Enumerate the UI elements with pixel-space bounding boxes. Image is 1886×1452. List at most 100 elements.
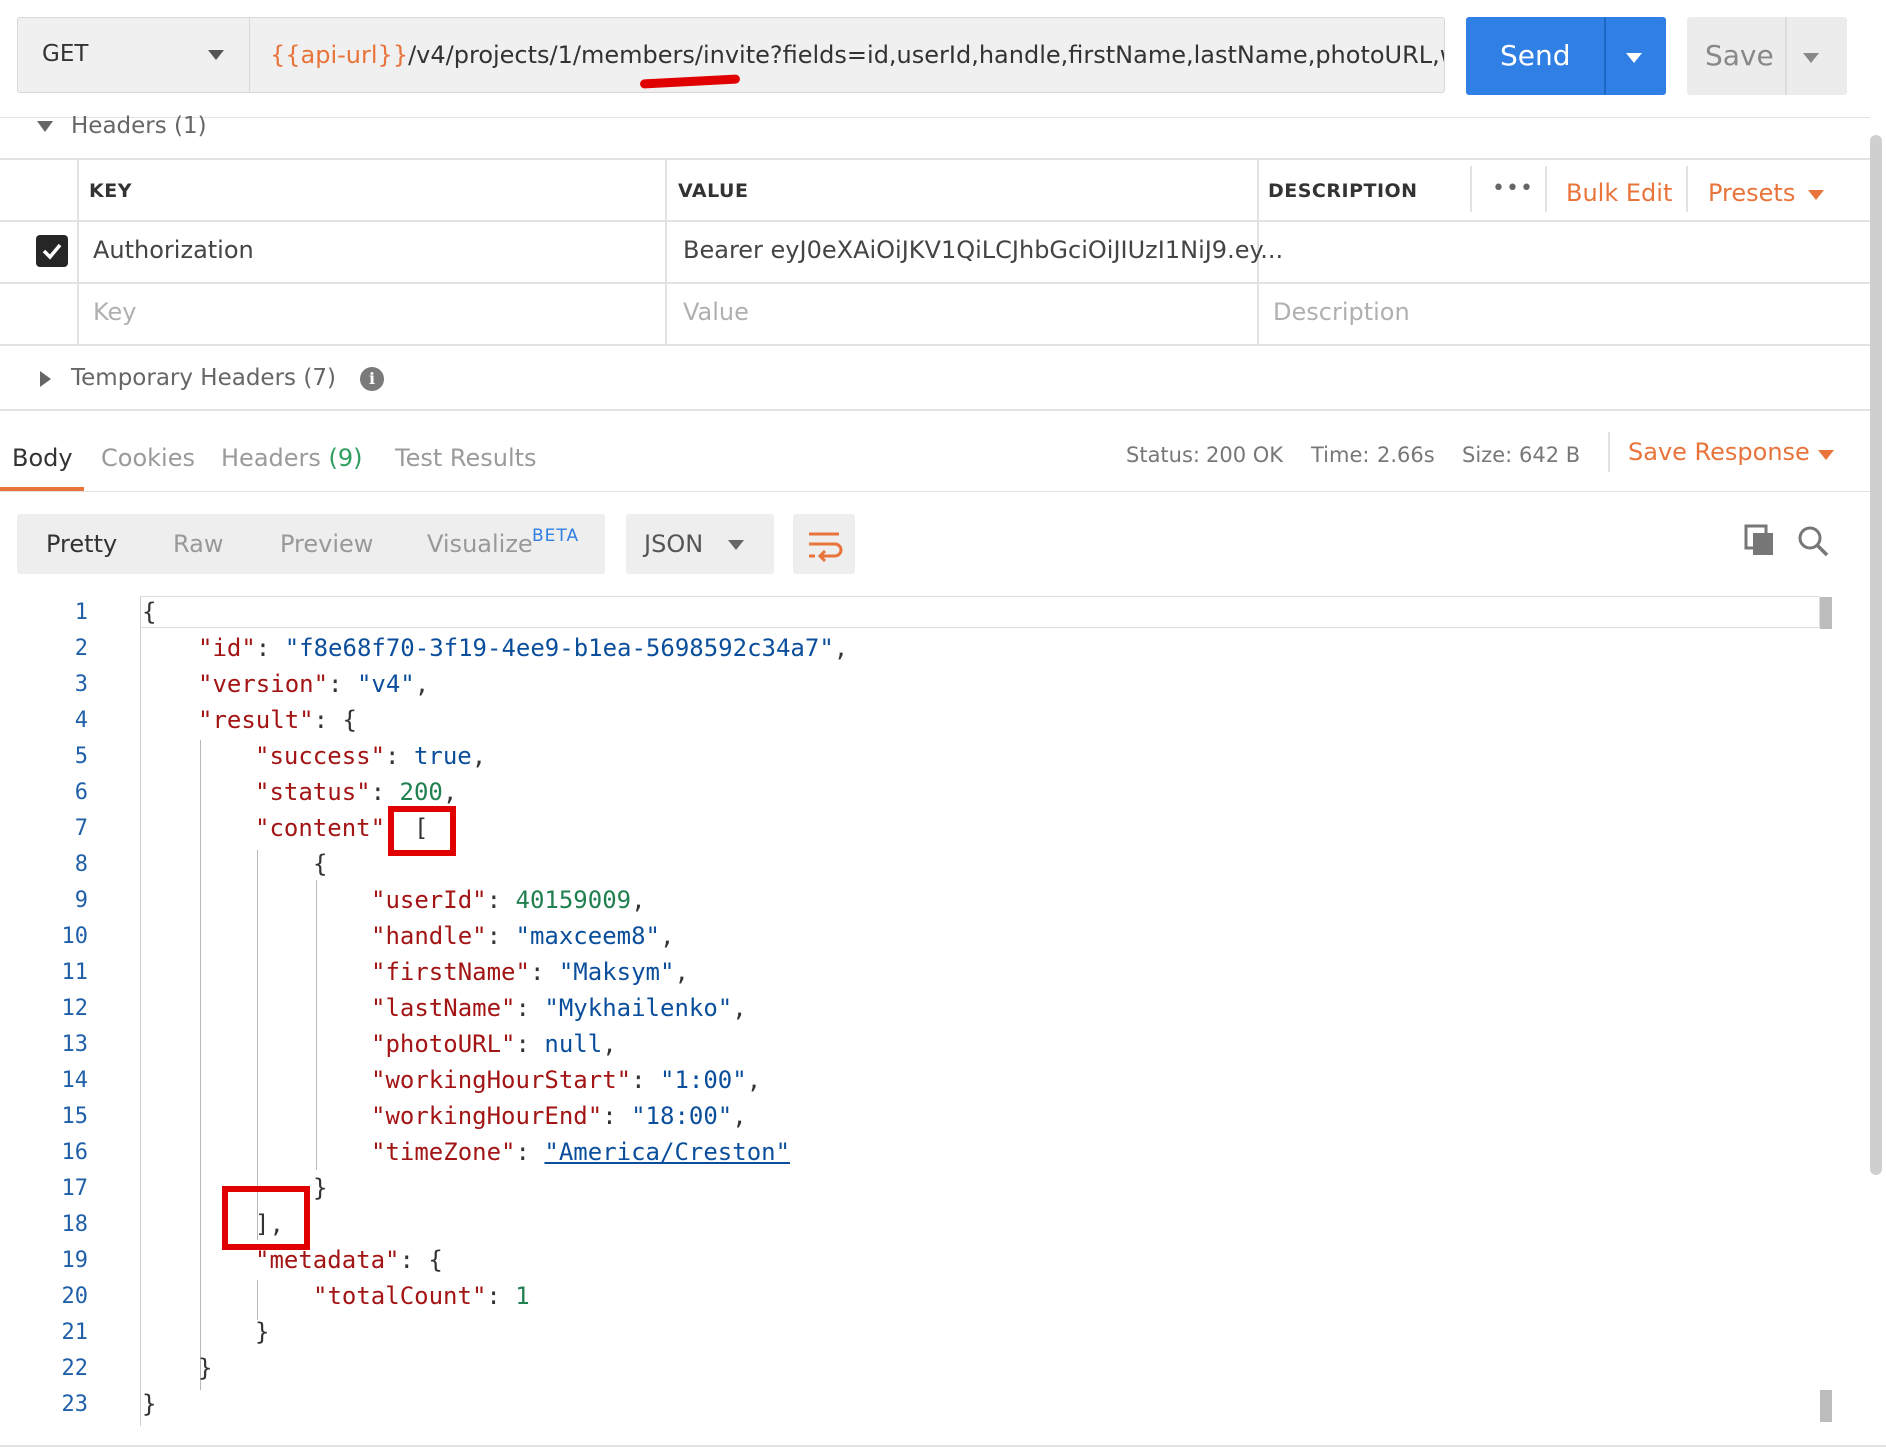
- send-label: Send: [1500, 39, 1571, 72]
- time-label: Time:: [1311, 443, 1370, 467]
- format-label: JSON: [644, 530, 704, 558]
- size-value: 642 B: [1519, 443, 1581, 467]
- line-number: 20: [61, 1284, 89, 1309]
- column-header-description: DESCRIPTION: [1268, 180, 1418, 202]
- tab-cookies[interactable]: Cookies: [101, 444, 195, 472]
- code-line-19: "metadata": {: [255, 1246, 443, 1274]
- line-number: 21: [61, 1320, 89, 1345]
- bulk-edit-link[interactable]: Bulk Edit: [1566, 179, 1672, 207]
- code-line-2: "id": "f8e68f70-3f19-4ee9-b1ea-5698592c3…: [198, 634, 849, 662]
- line-number: 13: [61, 1032, 89, 1057]
- timezone-link[interactable]: "America/Creston": [544, 1138, 790, 1166]
- tab-test-results[interactable]: Test Results: [395, 444, 537, 472]
- code-line-10: "handle": "maxceem8",: [371, 922, 675, 950]
- tab-headers[interactable]: Headers (9): [221, 444, 363, 472]
- indent-guide: [257, 850, 258, 1240]
- line-number: 10: [61, 924, 89, 949]
- presets-dropdown[interactable]: Presets: [1708, 179, 1795, 207]
- code-line-20: "totalCount": 1: [313, 1282, 530, 1310]
- code-line-1: {: [142, 598, 157, 626]
- expand-triangle-icon[interactable]: [40, 371, 51, 387]
- indent-guide: [316, 880, 317, 1170]
- current-line-highlight: [140, 596, 1820, 628]
- copy-icon[interactable]: [1744, 524, 1776, 558]
- divider: [0, 117, 1870, 118]
- table-border: [0, 220, 1870, 222]
- collapse-triangle-icon[interactable]: [37, 121, 53, 132]
- chevron-down-icon: [1818, 450, 1834, 460]
- chevron-down-icon: [1808, 190, 1824, 200]
- line-number: 23: [61, 1392, 89, 1417]
- save-response-button[interactable]: Save Response: [1628, 438, 1810, 466]
- search-icon[interactable]: [1796, 524, 1830, 558]
- line-number: 2: [74, 636, 88, 661]
- divider: [0, 491, 1870, 492]
- tab-body[interactable]: Body: [12, 444, 73, 472]
- more-options-icon[interactable]: •••: [1492, 176, 1534, 201]
- mode-preview[interactable]: Preview: [280, 530, 373, 558]
- code-line-8: {: [313, 850, 328, 878]
- line-number: 6: [74, 780, 88, 805]
- save-divider: [1785, 17, 1787, 95]
- mode-pretty[interactable]: Pretty: [46, 530, 117, 558]
- status-value: 200 OK: [1206, 443, 1284, 467]
- line-number: 7: [74, 816, 88, 841]
- headers-count-badge: (9): [328, 444, 363, 472]
- info-icon[interactable]: i: [360, 367, 384, 391]
- method-select[interactable]: GET: [17, 17, 249, 93]
- header-value-cell[interactable]: Bearer eyJ0eXAiOiJKV1QiLCJhbGciOiJIUzI1N…: [683, 236, 1283, 264]
- format-select[interactable]: JSON: [626, 514, 774, 574]
- mode-raw[interactable]: Raw: [173, 530, 223, 558]
- method-label: GET: [42, 41, 89, 67]
- chevron-down-icon: [728, 540, 744, 550]
- save-label: Save: [1705, 39, 1774, 72]
- code-border: [140, 596, 141, 1426]
- headers-section-title[interactable]: Headers (1): [71, 113, 207, 139]
- toolbar-divider: [1545, 166, 1547, 212]
- table-border: [0, 282, 1870, 284]
- code-line-9: "userId": 40159009,: [371, 886, 646, 914]
- new-description-input[interactable]: Description: [1273, 298, 1410, 326]
- line-number: 5: [74, 744, 88, 769]
- column-header-value: VALUE: [678, 180, 749, 202]
- code-line-3: "version": "v4",: [198, 670, 430, 698]
- url-input[interactable]: {{api-url}}/v4/projects/1/members/invite…: [249, 17, 1445, 93]
- temporary-headers-title[interactable]: Temporary Headers (7): [71, 365, 336, 391]
- table-border-top: [0, 158, 1870, 160]
- code-line-23: }: [142, 1390, 157, 1418]
- url-path: /v4/projects/1/members/invite?fields=id,…: [408, 41, 1445, 69]
- code-line-21: }: [255, 1318, 270, 1346]
- indent-guide: [257, 1280, 258, 1320]
- table-border-bottom: [0, 344, 1870, 346]
- code-line-5: "success": true,: [255, 742, 487, 770]
- line-number: 22: [61, 1356, 89, 1381]
- wrap-lines-button[interactable]: [793, 514, 855, 574]
- url-variable: {{api-url}}: [270, 41, 409, 69]
- mode-visualize[interactable]: Visualize: [427, 530, 533, 558]
- code-line-12: "lastName": "Mykhailenko",: [371, 994, 747, 1022]
- send-button[interactable]: Send: [1466, 17, 1666, 95]
- code-scrollbar-thumb[interactable]: [1820, 597, 1832, 629]
- code-line-15: "workingHourEnd": "18:00",: [371, 1102, 747, 1130]
- line-number: 17: [61, 1176, 89, 1201]
- annotation-box: [222, 1186, 310, 1250]
- send-options-chevron-icon[interactable]: [1626, 53, 1642, 63]
- code-line-6: "status": 200,: [255, 778, 458, 806]
- line-number: 3: [74, 672, 88, 697]
- save-options-chevron-icon[interactable]: [1803, 53, 1819, 63]
- code-line-11: "firstName": "Maksym",: [371, 958, 689, 986]
- header-key-cell[interactable]: Authorization: [93, 236, 254, 264]
- page-scrollbar[interactable]: [1870, 135, 1882, 1175]
- code-line-16: "timeZone": "America/Creston": [371, 1138, 791, 1166]
- new-value-input[interactable]: Value: [683, 298, 749, 326]
- divider: [1608, 432, 1610, 472]
- wrap-lines-icon: [809, 532, 843, 563]
- code-line-14: "workingHourStart": "1:00",: [371, 1066, 762, 1094]
- header-enabled-checkbox[interactable]: [36, 235, 68, 267]
- save-button[interactable]: Save: [1687, 17, 1847, 95]
- table-column-divider: [665, 158, 667, 346]
- code-scrollbar-thumb[interactable]: [1820, 1390, 1832, 1422]
- time-value: 2.66s: [1377, 443, 1435, 467]
- chevron-down-icon: [208, 50, 224, 60]
- new-key-input[interactable]: Key: [93, 298, 137, 326]
